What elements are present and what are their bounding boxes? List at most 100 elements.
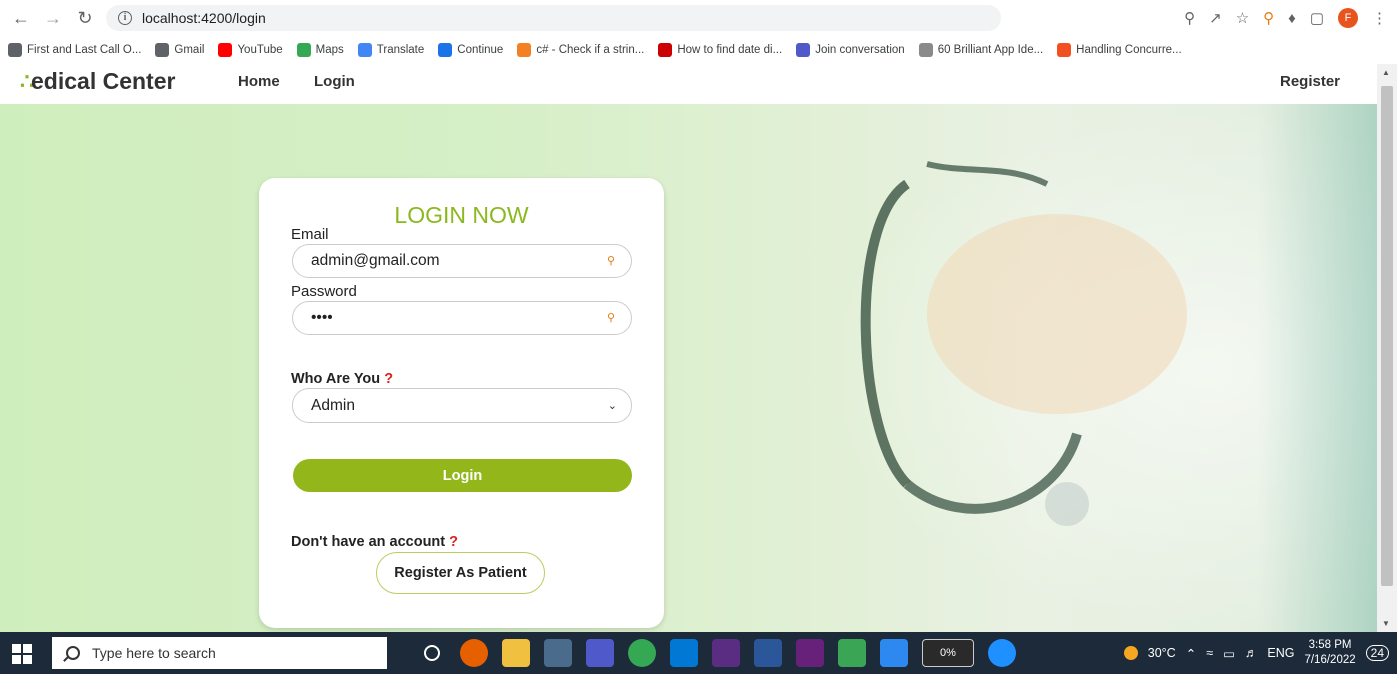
battery-app-icon[interactable]: 0%	[922, 639, 974, 667]
vscode-icon[interactable]	[670, 639, 698, 667]
forward-icon[interactable]: →	[40, 5, 66, 31]
search-icon	[66, 646, 80, 660]
brand[interactable]: ∴ edical Center	[20, 68, 175, 95]
cortana-icon[interactable]	[424, 645, 440, 661]
no-account-prompt: Don't have an account ?	[291, 534, 458, 550]
role-select[interactable]: Admin ⌄	[292, 388, 632, 423]
volume-icon[interactable]: ♬	[1245, 646, 1258, 660]
bookmark-item[interactable]: First and Last Call O...	[8, 43, 141, 57]
profile-avatar[interactable]: F	[1338, 8, 1358, 28]
weather-icon[interactable]	[1123, 646, 1138, 660]
globe-icon	[8, 43, 22, 57]
bookmark-item[interactable]: c# - Check if a strin...	[517, 43, 644, 57]
bookmark-item[interactable]: Maps	[296, 43, 344, 57]
file-explorer-icon[interactable]	[502, 639, 530, 667]
notifications-icon[interactable]: 24	[1365, 645, 1389, 661]
network-icon[interactable]: ≈	[1206, 646, 1213, 660]
battery-icon[interactable]: ▭	[1223, 646, 1235, 661]
zoom-icon[interactable]: ⚲	[1184, 9, 1195, 27]
bookmark-item[interactable]: How to find date di...	[658, 43, 782, 57]
email-field[interactable]: admin@gmail.com ⚲	[292, 244, 632, 278]
brand-text: edical Center	[31, 68, 176, 94]
share-icon[interactable]: ↗	[1209, 9, 1222, 27]
photos-icon[interactable]	[880, 639, 908, 667]
bookmark-item[interactable]: Handling Concurre...	[1057, 43, 1182, 57]
back-icon[interactable]: ←	[8, 5, 34, 31]
system-tray: 30°C ⌃ ≈ ▭ ♬ ENG 3:58 PM 7/16/2022 24	[1123, 632, 1389, 674]
bookmark-item[interactable]: 60 Brilliant App Ide...	[918, 43, 1044, 57]
teams-icon[interactable]	[586, 639, 614, 667]
n-icon	[658, 43, 673, 57]
visual-studio-icon[interactable]	[796, 639, 824, 667]
password-field[interactable]: •••• ⚲	[292, 301, 632, 335]
page-viewport: ∴ edical Center Home Login Register LOGI…	[0, 64, 1377, 632]
scroll-up-icon[interactable]: ▲	[1382, 68, 1390, 77]
bookmark-item[interactable]: Join conversation	[796, 43, 905, 57]
brand-logo-icon: ∴	[20, 68, 34, 94]
chevron-down-icon: ⌄	[607, 400, 617, 412]
bookmark-item[interactable]: Translate	[357, 43, 425, 57]
snipping-tool-icon[interactable]	[838, 639, 866, 667]
chrome-icon[interactable]	[628, 639, 656, 667]
taskbar-search[interactable]: Type here to search	[52, 637, 387, 669]
side-panel-icon[interactable]: ▢	[1310, 9, 1324, 27]
login-title: LOGIN NOW	[394, 202, 529, 228]
login-card: LOGIN NOW Email admin@gmail.com ⚲ Passwo…	[259, 178, 664, 628]
register-as-patient-button[interactable]: Register As Patient	[376, 552, 545, 594]
continue-icon	[438, 43, 453, 57]
terminal-icon[interactable]	[712, 639, 740, 667]
nav-login[interactable]: Login	[314, 73, 355, 90]
globe-icon	[918, 43, 933, 57]
microsoft-icon	[1057, 43, 1072, 57]
bookmark-item[interactable]: Gmail	[155, 43, 204, 57]
bookmark-item[interactable]: YouTube	[218, 43, 283, 57]
globe-icon	[155, 43, 170, 57]
bookmark-label: Handling Concurre...	[1076, 44, 1182, 56]
site-info-icon[interactable]: i	[118, 11, 132, 25]
scrollbar-thumb[interactable]	[1381, 86, 1393, 586]
youtube-icon	[218, 43, 233, 57]
windows-start-icon[interactable]	[12, 644, 32, 664]
extensions-icon[interactable]: ♦	[1288, 10, 1296, 27]
search-placeholder: Type here to search	[92, 645, 216, 661]
clock-date: 7/16/2022	[1304, 654, 1356, 666]
bookmark-label: 60 Brilliant App Ide...	[937, 44, 1044, 56]
temperature[interactable]: 30°C	[1148, 646, 1176, 660]
calculator-icon[interactable]	[544, 639, 572, 667]
clock[interactable]: 3:58 PM 7/16/2022	[1304, 638, 1355, 668]
browser-actions: ⚲ ↗ ☆ ⚲ ♦ ▢ F ⋮	[1184, 0, 1387, 36]
site-navbar: ∴ edical Center Home Login Register	[0, 64, 1377, 104]
scroll-down-icon[interactable]: ▼	[1382, 619, 1390, 628]
help-icon[interactable]	[988, 639, 1016, 667]
tray-expand-icon[interactable]: ⌃	[1186, 646, 1196, 661]
stackoverflow-icon	[517, 43, 532, 57]
firefox-icon[interactable]	[460, 639, 488, 667]
browser-toolbar: ← → ↻ i localhost:4200/login ⚲ ↗ ☆ ⚲ ♦ ▢…	[0, 0, 1397, 36]
password-value: ••••	[311, 309, 333, 326]
login-button[interactable]: Login	[293, 459, 632, 492]
bookmark-item[interactable]: Continue	[438, 43, 503, 57]
bookmark-label: Translate	[376, 44, 425, 56]
email-value: admin@gmail.com	[311, 252, 440, 269]
translate-icon	[357, 43, 372, 57]
reload-icon[interactable]: ↻	[72, 5, 98, 31]
clock-time: 3:58 PM	[1308, 639, 1352, 651]
bookmark-label: YouTube	[237, 44, 283, 56]
address-bar[interactable]: i localhost:4200/login	[106, 5, 1001, 31]
language[interactable]: ENG	[1267, 646, 1294, 660]
password-manager-key-icon[interactable]: ⚲	[607, 254, 621, 268]
teams-icon	[796, 43, 811, 57]
nav-home[interactable]: Home	[238, 73, 280, 90]
page-scrollbar[interactable]: ▲ ▼	[1377, 64, 1397, 632]
bookmark-star-icon[interactable]: ☆	[1236, 9, 1249, 27]
word-icon[interactable]	[754, 639, 782, 667]
nav-register[interactable]: Register	[1280, 73, 1340, 90]
key-extension-icon[interactable]: ⚲	[1263, 9, 1274, 27]
no-account-text: Don't have an account	[291, 534, 446, 550]
taskbar-apps: 0%	[418, 639, 1016, 667]
no-account-question-mark: ?	[449, 534, 459, 550]
bookmark-label: How to find date di...	[677, 44, 783, 56]
password-manager-key-icon[interactable]: ⚲	[607, 311, 621, 325]
windows-taskbar: Type here to search 0% 30°C ⌃ ≈ ▭ ♬ ENG …	[0, 632, 1397, 674]
menu-icon[interactable]: ⋮	[1372, 9, 1387, 27]
